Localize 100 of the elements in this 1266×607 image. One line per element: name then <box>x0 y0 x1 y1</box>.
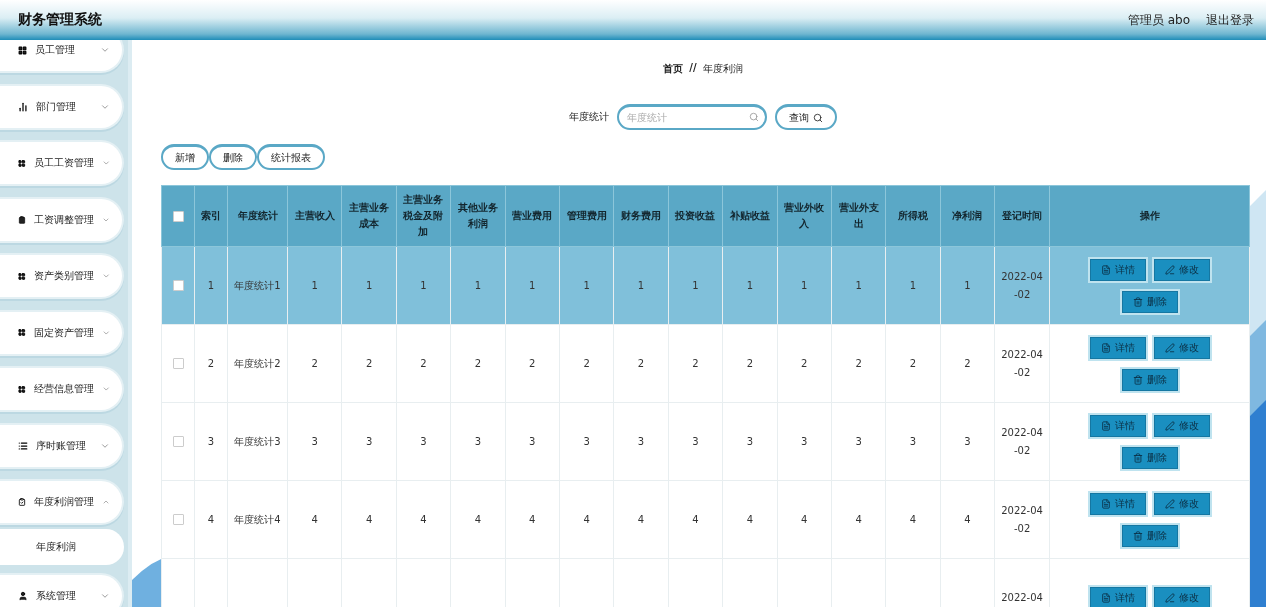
action-button[interactable]: 修改 <box>1153 492 1210 515</box>
table-cell: 4 <box>420 514 427 525</box>
table-cell: 2 <box>207 358 215 369</box>
search-icon <box>813 112 823 123</box>
table-cell: 4 <box>311 514 318 525</box>
table-cell: 3 <box>474 436 482 447</box>
search-field[interactable]: 年度统计 <box>617 104 767 130</box>
column-header: 其他业务利润 <box>450 185 506 247</box>
table-cell-text: 2022-04-02 <box>1000 269 1044 302</box>
table-cell: 3 <box>855 436 862 447</box>
action-button[interactable]: 删除 <box>1121 446 1178 469</box>
table-cell: 4 <box>207 514 215 525</box>
clipboard-check-icon <box>18 497 26 507</box>
row-checkbox[interactable] <box>172 280 184 292</box>
document-icon <box>1100 592 1111 603</box>
action-button[interactable]: 详情 <box>1089 586 1146 607</box>
sidebar-item[interactable]: 资产类别管理 <box>0 253 124 299</box>
table-row[interactable]: 2022-04 详情 修改 <box>161 558 1250 607</box>
table-cell: 2 <box>909 358 917 369</box>
column-header: 净利润 <box>940 185 995 247</box>
column-header: 主营收入 <box>287 185 342 247</box>
table-cell: 2 <box>311 358 318 369</box>
trash-icon <box>1132 452 1143 463</box>
table-cell: 2 <box>692 358 699 369</box>
table-cell: 1 <box>692 280 699 291</box>
select-all-checkbox[interactable] <box>172 210 184 222</box>
sidebar-item[interactable]: 部门管理 <box>0 83 124 130</box>
sidebar-item[interactable]: 经营信息管理 <box>0 366 124 412</box>
table-cell: 4 <box>637 514 645 525</box>
table-cell: 4 <box>692 514 699 525</box>
table-cell: 3 <box>909 436 917 447</box>
action-button[interactable]: 修改 <box>1153 336 1210 359</box>
action-button[interactable]: 删除 <box>1121 524 1178 547</box>
toolbar-button[interactable]: 统计报表 <box>257 144 325 170</box>
action-button[interactable]: 删除 <box>1121 290 1178 313</box>
breadcrumb-home[interactable]: 首页 <box>663 62 684 76</box>
table-cell-text: 2022-04-02 <box>1000 347 1044 380</box>
table-cell: 3 <box>420 436 427 447</box>
sidebar-item[interactable]: 序时账管理 <box>0 422 124 469</box>
table-cell: 1 <box>746 280 753 291</box>
column-header: 营业外收入 <box>777 185 832 247</box>
column-header: 登记时间 <box>994 185 1050 247</box>
grid-icon <box>18 45 27 55</box>
sidebar-item[interactable]: 系统管理 <box>0 573 124 607</box>
sidebar-subitem[interactable]: 年度利润 <box>0 529 124 565</box>
table-cell-text: 2022-04-02 <box>1000 425 1044 458</box>
sidebar-item[interactable]: 员工管理 <box>0 40 124 73</box>
column-header: 所得税 <box>885 185 941 247</box>
column-header: 营业费用 <box>505 185 560 247</box>
action-button[interactable]: 修改 <box>1153 586 1210 607</box>
table-cell: 1 <box>529 280 536 291</box>
table-cell: 年度统计3 <box>234 435 281 447</box>
table-row[interactable]: 2 年度统计2 2 2 2 2 2 2 2 2 2 2 2 2 2 2022-04-02 详情 修改 删除 <box>161 324 1250 403</box>
toolbar-button[interactable]: 新增 <box>161 144 209 170</box>
action-button[interactable]: 详情 <box>1089 258 1146 281</box>
query-button[interactable]: 查询 <box>775 104 837 130</box>
row-checkbox[interactable] <box>172 358 184 370</box>
table-cell: 4 <box>583 514 590 525</box>
table-row[interactable]: 4 年度统计4 4 4 4 4 4 4 4 4 4 4 4 4 4 2022-04-02 详情 修改 删除 <box>161 480 1250 559</box>
pen-icon <box>1164 498 1175 509</box>
pen-icon <box>1164 420 1175 431</box>
action-button[interactable]: 修改 <box>1153 414 1210 437</box>
document-icon <box>1100 342 1111 353</box>
breadcrumb-separator: // <box>689 62 697 75</box>
table-cell: 4 <box>746 514 753 525</box>
row-checkbox[interactable] <box>172 436 184 448</box>
table-cell: 4 <box>801 514 808 525</box>
sidebar-item[interactable]: 工资调整管理 <box>0 196 124 243</box>
table-row[interactable]: 1 年度统计1 1 1 1 1 1 1 1 1 1 1 1 1 1 2022-04-02 详情 修改 删除 <box>161 246 1250 325</box>
document-icon <box>1100 420 1111 431</box>
table-cell: 2 <box>529 358 536 369</box>
action-button[interactable]: 详情 <box>1089 414 1146 437</box>
grid-icon <box>18 271 26 281</box>
table-cell: 3 <box>311 436 318 447</box>
toolbar-button[interactable]: 删除 <box>209 144 257 170</box>
sidebar-item[interactable]: 员工工资管理 <box>0 140 124 186</box>
search-icon <box>749 112 759 122</box>
sidebar-item[interactable]: 年度利润管理 <box>0 479 124 525</box>
sidebar-item[interactable]: 固定资产管理 <box>0 309 124 356</box>
table-cell: 3 <box>746 436 753 447</box>
table-row[interactable]: 3 年度统计3 3 3 3 3 3 3 3 3 3 3 3 3 3 2022-04-02 详情 修改 删除 <box>161 402 1250 481</box>
table-cell: 4 <box>964 514 971 525</box>
column-header: 补贴收益 <box>722 185 777 247</box>
clipboard-icon <box>18 214 26 225</box>
table-cell: 1 <box>583 280 590 291</box>
table-cell: 2 <box>964 358 971 369</box>
action-button[interactable]: 详情 <box>1089 492 1146 515</box>
trash-icon <box>1132 296 1143 307</box>
action-button[interactable]: 删除 <box>1121 368 1178 391</box>
action-button[interactable]: 详情 <box>1089 336 1146 359</box>
logout-link[interactable]: 退出登录 <box>1206 11 1254 29</box>
table-cell: 3 <box>365 436 373 447</box>
document-icon <box>1100 498 1111 509</box>
table-cell: 4 <box>855 514 862 525</box>
row-checkbox[interactable] <box>172 514 184 526</box>
table-cell: 4 <box>529 514 536 525</box>
table-cell: 2 <box>474 358 482 369</box>
table-cell: 1 <box>207 280 215 291</box>
action-button[interactable]: 修改 <box>1153 258 1210 281</box>
table-cell: 3 <box>207 436 215 447</box>
